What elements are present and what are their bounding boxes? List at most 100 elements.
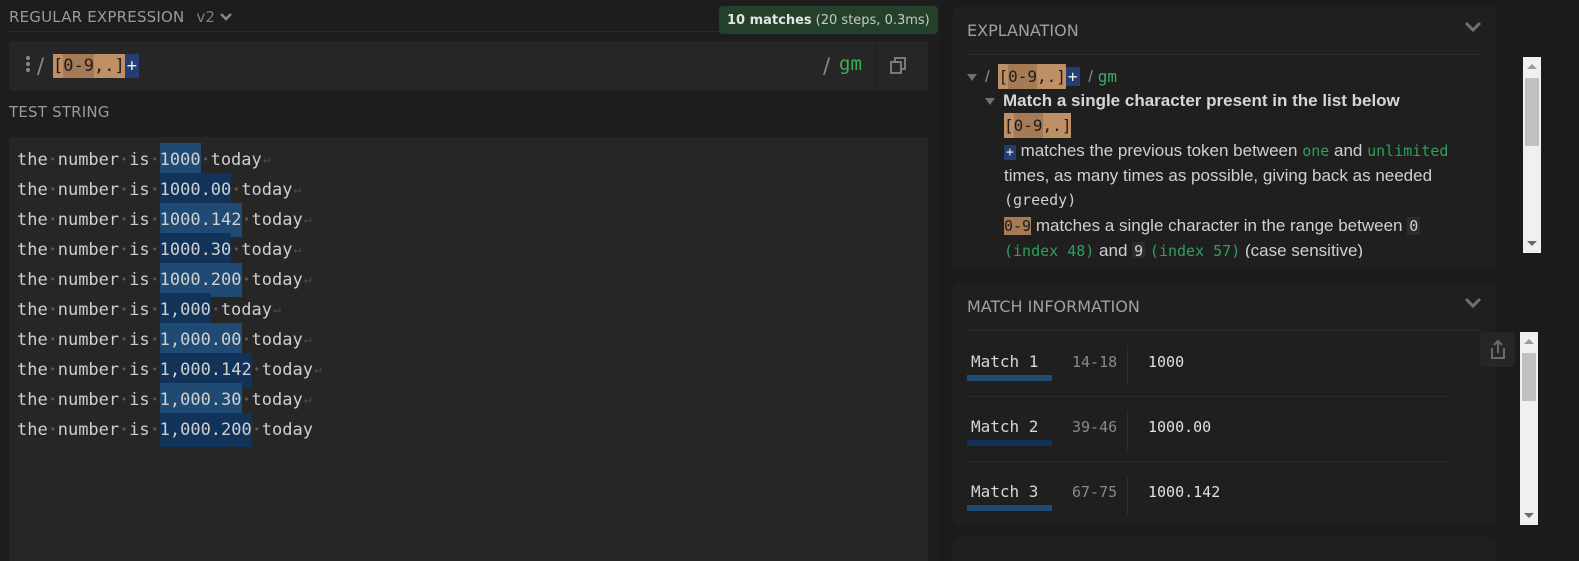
word: number bbox=[57, 270, 120, 290]
root-open-delimiter: / bbox=[985, 67, 990, 86]
sidebar-pane: EXPLANATION / [0-9,.] + / gm Match a sing… bbox=[940, 0, 1579, 561]
quant-min: one bbox=[1302, 142, 1330, 160]
scroll-thumb[interactable] bbox=[1525, 78, 1539, 146]
whitespace-dot-icon: • bbox=[232, 243, 240, 256]
match-highlight[interactable]: 1000.30 bbox=[159, 233, 232, 267]
whitespace-dot-icon: • bbox=[49, 213, 57, 226]
whitespace-dot-icon: • bbox=[253, 363, 261, 376]
node-title: Match a single character present in the … bbox=[1003, 91, 1400, 110]
match-divider bbox=[1127, 476, 1128, 516]
match-highlight[interactable]: 1,000.30 bbox=[159, 383, 242, 417]
match-row: Match 2 39-46 1000.00 bbox=[967, 397, 1451, 462]
word: number bbox=[57, 360, 120, 380]
whitespace-dot-icon: • bbox=[151, 393, 158, 406]
whitespace-dot-icon: • bbox=[151, 183, 158, 196]
match-highlight[interactable]: 1,000.00 bbox=[159, 323, 242, 357]
share-export-icon[interactable] bbox=[1480, 332, 1515, 367]
test-string-line: the • number • is • 1,000.00 • today ↵ bbox=[17, 323, 322, 357]
word: is bbox=[129, 240, 150, 260]
whitespace-dot-icon: • bbox=[120, 363, 128, 376]
whitespace-dot-icon: • bbox=[49, 333, 57, 346]
line-break-icon: ↵ bbox=[303, 212, 312, 227]
match-highlight[interactable]: 1,000.142 bbox=[159, 353, 252, 387]
range-token: 0-9 bbox=[63, 54, 94, 78]
match-highlight[interactable]: 1,000.200 bbox=[159, 413, 252, 447]
collapse-chevron-icon[interactable] bbox=[1464, 20, 1482, 34]
flavor-label: v2 bbox=[196, 8, 215, 26]
test-string-line: the • number • is • 1000.30 • today ↵ bbox=[17, 233, 322, 267]
whitespace-dot-icon: • bbox=[212, 303, 220, 316]
test-string-title: TEST STRING bbox=[9, 103, 110, 121]
word: the bbox=[17, 150, 48, 170]
regex-header: REGULAR EXPRESSION v2 bbox=[9, 6, 233, 28]
root-pattern: [0-9,.] + bbox=[998, 64, 1080, 89]
word: number bbox=[57, 180, 120, 200]
vertical-dots-icon[interactable] bbox=[25, 55, 31, 75]
test-string-line: the • number • is • 1,000.30 • today ↵ bbox=[17, 383, 322, 417]
word: number bbox=[57, 210, 120, 230]
whitespace-dot-icon: • bbox=[120, 273, 128, 286]
word: number bbox=[57, 240, 120, 260]
range-to: 9 bbox=[1132, 242, 1146, 258]
match-value: 1000.00 bbox=[1148, 418, 1212, 436]
match-value: 1000 bbox=[1148, 353, 1185, 371]
word: the bbox=[17, 210, 48, 230]
root-quantifier: + bbox=[1065, 67, 1080, 86]
scroll-down-icon[interactable] bbox=[1524, 513, 1534, 518]
regex-editor-pane: REGULAR EXPRESSION v2 10 matches (20 ste… bbox=[0, 0, 940, 561]
whitespace-dot-icon: • bbox=[253, 423, 261, 436]
test-string-input[interactable]: the • number • is • 1000 • today ↵ the • number • is • 1… bbox=[9, 137, 928, 561]
match-info-title: MATCH INFORMATION bbox=[967, 297, 1140, 316]
word: today bbox=[261, 420, 313, 440]
word: today bbox=[241, 180, 293, 200]
whitespace-dot-icon: • bbox=[120, 393, 128, 406]
regex-input[interactable]: / [0-9,.] + / gm bbox=[9, 41, 928, 91]
match-label[interactable]: Match 3 bbox=[971, 482, 1038, 501]
word: today bbox=[241, 240, 293, 260]
root-close-delimiter: / bbox=[1088, 67, 1094, 86]
match-info-scrollbar[interactable] bbox=[1520, 332, 1538, 525]
range-token: 0-9 bbox=[1004, 217, 1032, 235]
word: the bbox=[17, 300, 48, 320]
class-chars: ,. bbox=[1037, 67, 1057, 86]
match-highlight[interactable]: 1000 bbox=[159, 143, 201, 177]
line-break-icon: ↵ bbox=[273, 302, 281, 317]
whitespace-dot-icon: • bbox=[120, 423, 128, 436]
scroll-down-icon[interactable] bbox=[1527, 241, 1537, 246]
word: the bbox=[17, 360, 48, 380]
scroll-up-icon[interactable] bbox=[1524, 339, 1534, 344]
word: the bbox=[17, 420, 48, 440]
copy-icon[interactable] bbox=[887, 54, 911, 78]
regex-flags[interactable]: gm bbox=[839, 53, 862, 75]
whitespace-dot-icon: • bbox=[120, 243, 128, 256]
flavor-selector[interactable]: v2 bbox=[196, 8, 232, 26]
word: today bbox=[251, 270, 303, 290]
match-highlight[interactable]: 1000.200 bbox=[159, 263, 242, 297]
match-status-badge: 10 matches (20 steps, 0.3ms) bbox=[719, 6, 938, 34]
class-open: [ bbox=[53, 56, 64, 76]
match-label[interactable]: Match 1 bbox=[971, 352, 1038, 371]
match-highlight[interactable]: 1000.142 bbox=[159, 203, 242, 237]
scroll-up-icon[interactable] bbox=[1527, 64, 1537, 69]
match-highlight[interactable]: 1000.00 bbox=[159, 173, 232, 207]
range-from: 0 bbox=[1407, 217, 1421, 235]
class-chars: ,. bbox=[1042, 116, 1062, 135]
collapse-triangle-icon[interactable] bbox=[985, 98, 995, 106]
explanation-panel: EXPLANATION / [0-9,.] + / gm Match a sing… bbox=[953, 6, 1541, 268]
match-label[interactable]: Match 2 bbox=[971, 417, 1038, 436]
whitespace-dot-icon: • bbox=[232, 183, 240, 196]
range-token: 0-9 bbox=[1008, 64, 1038, 89]
scroll-thumb[interactable] bbox=[1522, 353, 1536, 401]
word: is bbox=[129, 180, 150, 200]
collapse-chevron-icon[interactable] bbox=[1464, 296, 1482, 310]
regex-pattern[interactable]: [0-9,.] + bbox=[53, 54, 139, 78]
explanation-scrollbar[interactable] bbox=[1523, 57, 1541, 253]
word: today bbox=[261, 360, 313, 380]
match-highlight[interactable]: 1,000 bbox=[159, 293, 211, 327]
collapse-triangle-icon[interactable] bbox=[967, 74, 977, 82]
range-from-index: (index 48) bbox=[1004, 242, 1095, 258]
line-break-icon: ↵ bbox=[303, 272, 312, 287]
match-divider bbox=[1127, 346, 1128, 386]
range-explanation: 0-9 matches a single character in the ra… bbox=[1004, 213, 1421, 239]
class-open: [ bbox=[998, 67, 1009, 86]
